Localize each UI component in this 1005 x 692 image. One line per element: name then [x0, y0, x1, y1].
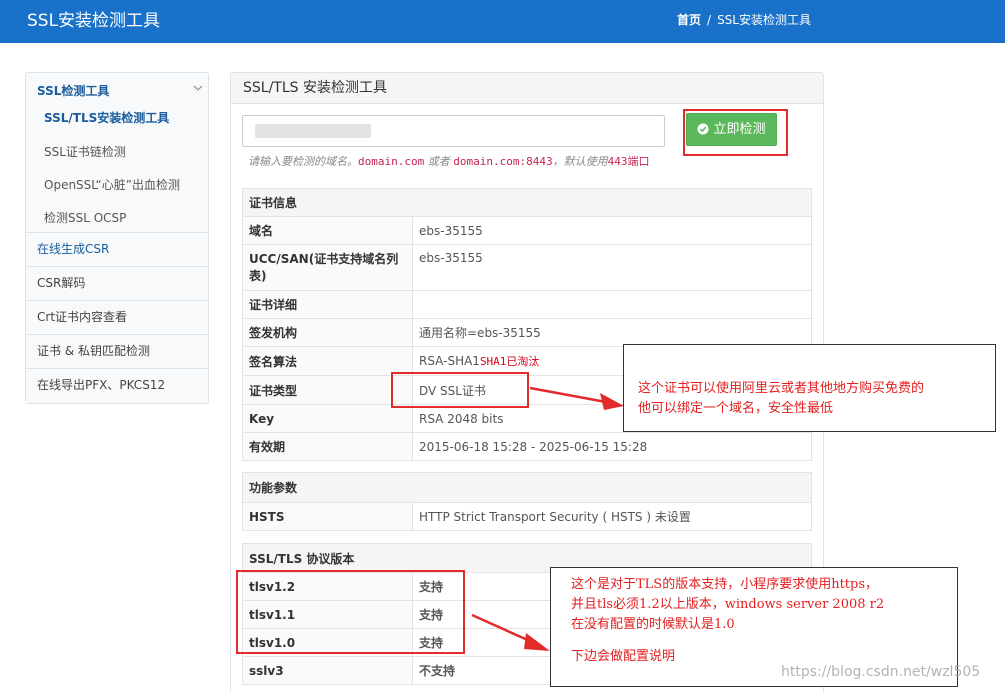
breadcrumb-separator: / [707, 13, 712, 27]
feature-section-title: 功能参数 [242, 472, 812, 503]
table-row: UCC/SAN(证书支持域名列表) ebs-35155 [242, 244, 812, 291]
check-now-label: 立即检测 [713, 122, 766, 137]
annotation-text: 这个证书可以使用阿里云或者其他地方购买免费的 [638, 381, 925, 396]
annotation-text: 在没有配置的时候默认是1.0 [571, 617, 735, 632]
sidebar-item-ssl-tls-check[interactable]: SSL/TLS安装检测工具 [44, 109, 169, 126]
sig-algo-value: RSA-SHA1 [419, 354, 480, 368]
breadcrumb: 首页 / SSL安装检测工具 [677, 11, 811, 28]
row-value: ebs-35155 [412, 216, 812, 245]
row-key: HSTS [242, 502, 413, 531]
row-key: 域名 [242, 216, 413, 245]
row-value: 通用名称=ebs-35155 [412, 318, 812, 347]
annotation-arrow-cert [529, 386, 624, 410]
sidebar-nav: SSL检测工具 SSL/TLS安装检测工具 SSL证书链检测 OpenSSL“心… [25, 72, 209, 404]
sidebar-group-ssl-tools: SSL检测工具 SSL/TLS安装检测工具 SSL证书链检测 OpenSSL“心… [26, 73, 208, 233]
chevron-down-icon[interactable] [193, 82, 203, 95]
check-circle-icon [697, 116, 709, 147]
hint-example-1: domain.com [358, 155, 425, 168]
sidebar-item-crt-view[interactable]: Crt证书内容查看 [26, 301, 208, 335]
check-now-button[interactable]: 立即检测 [686, 113, 777, 146]
sidebar-item-csr-decode[interactable]: CSR解码 [26, 267, 208, 301]
redacted-domain-value [255, 124, 371, 138]
row-value [412, 290, 812, 319]
row-key: 签名算法 [242, 346, 413, 376]
feature-table: 功能参数 HSTS HTTP Strict Transport Security … [242, 472, 812, 531]
sidebar-item-ocsp[interactable]: 检测SSL OCSP [44, 209, 126, 226]
domain-input[interactable] [242, 115, 665, 147]
site-brand[interactable]: SSL安装检测工具 [27, 6, 160, 31]
row-key: sslv3 [242, 656, 413, 685]
row-key: 有效期 [242, 432, 413, 461]
sidebar-item-key-match[interactable]: 证书 & 私钥匹配检测 [26, 335, 208, 369]
annotation-cert-note: 这个证书可以使用阿里云或者其他地方购买免费的 他可以绑定一个域名，安全性最低 [623, 344, 996, 432]
breadcrumb-home-link[interactable]: 首页 [677, 13, 701, 27]
top-navbar: SSL安装检测工具 首页 / SSL安装检测工具 [0, 0, 1005, 43]
table-row: HSTS HTTP Strict Transport Security ( HST… [242, 502, 812, 531]
sidebar-item-generate-csr[interactable]: 在线生成CSR [26, 233, 208, 267]
hint-text-or: 或者 [424, 155, 454, 168]
sidebar-item-cert-chain[interactable]: SSL证书链检测 [44, 143, 126, 160]
annotation-highlight-cert-type [391, 372, 529, 408]
panel-title: SSL/TLS 安装检测工具 [231, 73, 823, 104]
watermark: https://blog.csdn.net/wzl505 [781, 664, 981, 680]
annotation-text: 并且tls必须1.2以上版本，windows server 2008 r2 [571, 597, 885, 612]
hint-example-2: domain.com:8443 [453, 155, 553, 168]
cert-info-section-title: 证书信息 [242, 188, 812, 217]
sha1-deprecated-note: SHA1已淘汰 [479, 355, 540, 368]
table-row: 签发机构 通用名称=ebs-35155 [242, 318, 812, 347]
table-row: 域名 ebs-35155 [242, 216, 812, 245]
breadcrumb-current: SSL安装检测工具 [717, 13, 811, 27]
row-key: 证书类型 [242, 375, 413, 405]
table-row: 有效期 2015-06-18 15:28 - 2025-06-15 15:28 [242, 432, 812, 461]
row-key: 签发机构 [242, 318, 413, 347]
sidebar-item-heartbleed[interactable]: OpenSSL“心脏”出血检测 [44, 176, 180, 193]
annotation-text: 他可以绑定一个域名，安全性最低 [638, 401, 834, 416]
sidebar-group-title[interactable]: SSL检测工具 [37, 82, 109, 99]
row-key: UCC/SAN(证书支持域名列表) [242, 244, 413, 291]
annotation-highlight-tls-versions [236, 570, 465, 654]
hint-text: 请输入要检测的域名。 [248, 155, 358, 168]
input-hint: 请输入要检测的域名。domain.com 或者 domain.com:8443，… [248, 153, 649, 169]
row-value: ebs-35155 [412, 244, 812, 291]
row-value: HTTP Strict Transport Security ( HSTS ) … [412, 502, 812, 531]
table-row: 证书详细 [242, 290, 812, 319]
annotation-arrow-tls [471, 613, 550, 651]
row-key: Key [242, 404, 413, 433]
sidebar-item-export-pfx[interactable]: 在线导出PFX、PKCS12 [26, 369, 208, 403]
row-key: 证书详细 [242, 290, 413, 319]
hint-text-default: ，默认使用 [552, 155, 608, 168]
row-value: 2015-06-18 15:28 - 2025-06-15 15:28 [412, 432, 812, 461]
annotation-text: 这个是对于TLS的版本支持，小程序要求使用https， [571, 577, 879, 592]
hint-port: 443端口 [607, 155, 650, 168]
